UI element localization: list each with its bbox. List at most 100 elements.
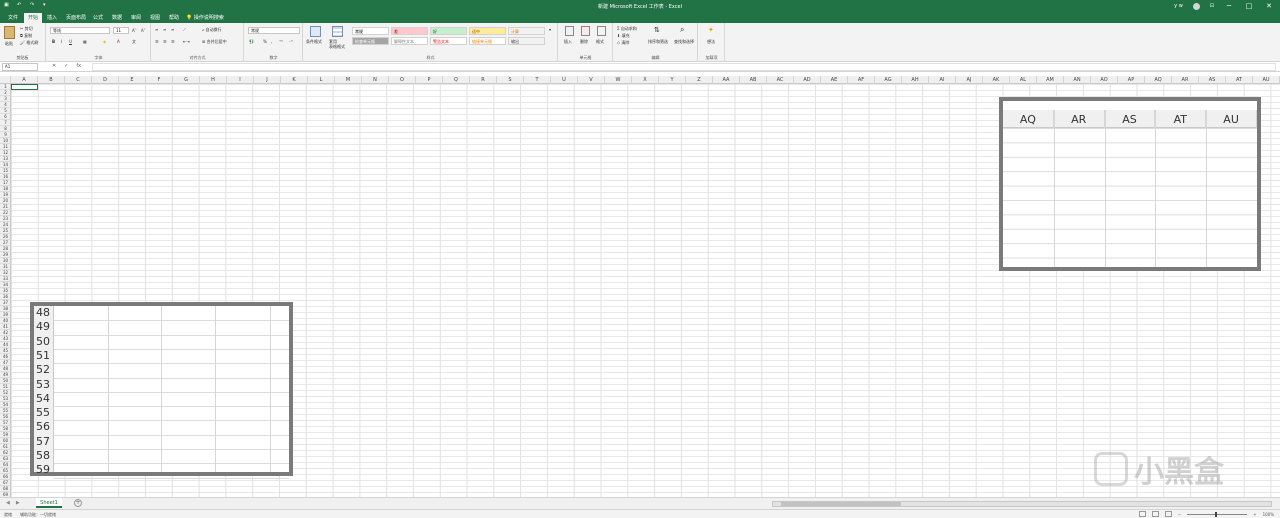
- column-header[interactable]: Z: [686, 76, 713, 84]
- format-cells-label[interactable]: 格式: [596, 39, 604, 45]
- select-all-corner[interactable]: [0, 76, 11, 84]
- phonetic-icon[interactable]: 文: [132, 39, 136, 45]
- column-header[interactable]: L: [308, 76, 335, 84]
- column-header[interactable]: S: [497, 76, 524, 84]
- sheet-tab[interactable]: Sheet1: [36, 498, 62, 508]
- paste-label[interactable]: 粘贴: [5, 41, 13, 47]
- ideas-icon[interactable]: ✦: [708, 26, 714, 34]
- align-right-icon[interactable]: ☰: [171, 39, 175, 44]
- column-header[interactable]: AJ: [956, 76, 983, 84]
- comma-icon[interactable]: ,: [271, 39, 272, 44]
- zoom-slider[interactable]: [1187, 511, 1248, 517]
- insert-cells-label[interactable]: 插入: [564, 39, 572, 45]
- shrink-font-icon[interactable]: A˅: [141, 28, 146, 33]
- sort-filter-icon[interactable]: ⇅: [654, 26, 660, 34]
- column-header[interactable]: Q: [443, 76, 470, 84]
- conditional-format-label[interactable]: 条件格式: [306, 39, 322, 45]
- tab-home[interactable]: 开始: [24, 13, 43, 23]
- zoom-level[interactable]: 100%: [1263, 512, 1274, 517]
- fill-color-icon[interactable]: ◈: [103, 39, 106, 44]
- column-header[interactable]: B: [38, 76, 65, 84]
- format-painter-button[interactable]: 🖌 格式刷: [20, 40, 38, 46]
- column-header[interactable]: AA: [713, 76, 740, 84]
- column-header[interactable]: I: [227, 76, 254, 84]
- column-header[interactable]: AO: [1091, 76, 1118, 84]
- border-icon[interactable]: ▦: [83, 39, 87, 44]
- fill-button[interactable]: ⬇ 填充: [617, 33, 630, 39]
- insert-cells-icon[interactable]: [565, 26, 574, 36]
- column-header[interactable]: AB: [740, 76, 767, 84]
- close-button[interactable]: ✕: [1264, 2, 1274, 10]
- tab-insert[interactable]: 插入: [43, 13, 61, 23]
- number-format-select[interactable]: 常规: [248, 27, 300, 34]
- column-header[interactable]: H: [200, 76, 227, 84]
- column-header[interactable]: AU: [1253, 76, 1280, 84]
- column-header[interactable]: AM: [1037, 76, 1064, 84]
- table-format-label[interactable]: 套用 表格格式: [329, 39, 345, 49]
- autosum-button[interactable]: Σ 自动求和: [617, 26, 637, 32]
- insert-function-icon[interactable]: fx: [76, 63, 81, 69]
- column-header[interactable]: F: [146, 76, 173, 84]
- column-header[interactable]: T: [524, 76, 551, 84]
- tab-page-layout[interactable]: 页面布局: [62, 13, 90, 23]
- cell-style-0[interactable]: 常规: [352, 27, 389, 35]
- cell-style-3[interactable]: 适中: [469, 27, 506, 35]
- find-select-label[interactable]: 查找和选择: [674, 39, 694, 45]
- tab-file[interactable]: 文件: [4, 13, 22, 23]
- cancel-icon[interactable]: ✕: [52, 63, 56, 69]
- cell-style-4[interactable]: 计算: [508, 27, 545, 35]
- scrollbar-thumb[interactable]: [781, 502, 901, 506]
- column-header[interactable]: AE: [821, 76, 848, 84]
- wrap-text-button[interactable]: ⤶ 自动换行: [202, 27, 222, 33]
- add-sheet-button[interactable]: +: [74, 499, 82, 507]
- formula-input[interactable]: [92, 63, 1276, 71]
- align-left-icon[interactable]: ☰: [155, 39, 159, 44]
- column-header[interactable]: AL: [1010, 76, 1037, 84]
- enter-icon[interactable]: ✓: [64, 63, 68, 69]
- active-cell[interactable]: [11, 84, 38, 90]
- column-header[interactable]: C: [65, 76, 92, 84]
- conditional-format-icon[interactable]: [310, 26, 321, 37]
- decrease-decimal-icon[interactable]: ⁻⁰: [289, 39, 293, 44]
- format-cells-icon[interactable]: [597, 26, 606, 36]
- tab-view[interactable]: 视图: [146, 13, 164, 23]
- ideas-label[interactable]: 想法: [707, 39, 715, 45]
- ribbon-display-icon[interactable]: ⊡: [1210, 3, 1214, 9]
- align-top-icon[interactable]: ≡: [155, 27, 158, 32]
- bold-button[interactable]: B: [52, 39, 55, 44]
- column-header[interactable]: AH: [902, 76, 929, 84]
- column-header[interactable]: J: [254, 76, 281, 84]
- currency-icon[interactable]: 💱: [249, 39, 254, 44]
- column-header[interactable]: P: [416, 76, 443, 84]
- avatar[interactable]: [1192, 2, 1200, 10]
- cell-style-8[interactable]: 链接单元格: [469, 37, 506, 45]
- delete-cells-label[interactable]: 删除: [580, 39, 588, 45]
- cell-style-5[interactable]: 检查单元格: [352, 37, 389, 45]
- column-header[interactable]: Y: [659, 76, 686, 84]
- zoom-slider-knob[interactable]: [1215, 511, 1218, 517]
- clear-button[interactable]: ◇ 清除: [617, 40, 629, 46]
- gallery-more-icon[interactable]: ▾: [549, 27, 551, 32]
- next-sheet-icon[interactable]: ▶: [16, 500, 20, 506]
- zoom-in-icon[interactable]: +: [1253, 512, 1256, 517]
- merge-center-button[interactable]: ⊞ 合并后居中: [202, 39, 227, 45]
- cell-style-9[interactable]: 输出: [508, 37, 545, 45]
- align-middle-icon[interactable]: ≡: [163, 27, 166, 32]
- column-header[interactable]: AC: [767, 76, 794, 84]
- grow-font-icon[interactable]: A˄: [132, 28, 137, 33]
- column-header[interactable]: R: [470, 76, 497, 84]
- column-header[interactable]: G: [173, 76, 200, 84]
- column-header[interactable]: D: [92, 76, 119, 84]
- column-header[interactable]: AS: [1199, 76, 1226, 84]
- minimize-button[interactable]: ─: [1224, 2, 1234, 10]
- column-header[interactable]: N: [362, 76, 389, 84]
- column-header[interactable]: U: [551, 76, 578, 84]
- font-size-select[interactable]: 11: [113, 27, 129, 34]
- copy-button[interactable]: ⧉ 复制: [20, 33, 32, 39]
- sort-filter-label[interactable]: 排序和筛选: [648, 39, 668, 45]
- tab-formulas[interactable]: 公式: [89, 13, 107, 23]
- column-header[interactable]: V: [578, 76, 605, 84]
- underline-button[interactable]: U: [69, 39, 72, 44]
- find-select-icon[interactable]: ⌕: [680, 25, 684, 35]
- column-header[interactable]: W: [605, 76, 632, 84]
